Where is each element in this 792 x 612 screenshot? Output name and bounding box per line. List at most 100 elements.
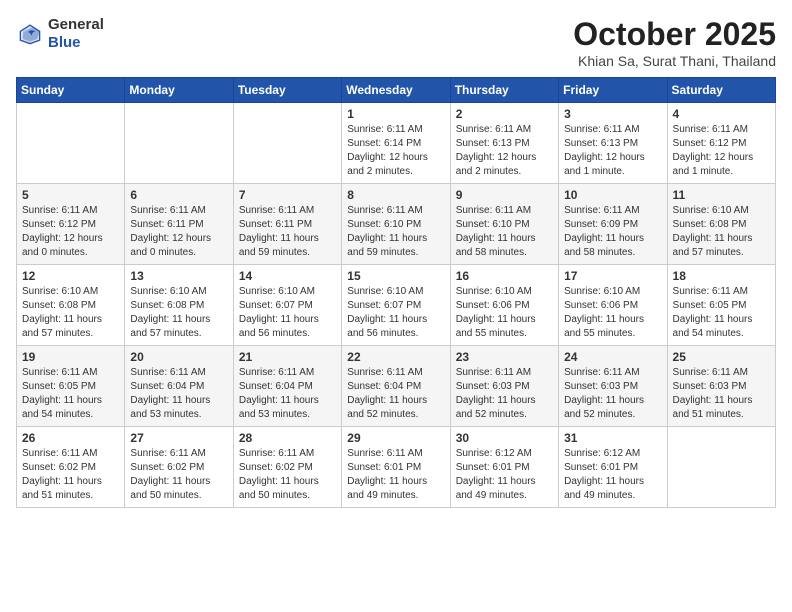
location-title: Khian Sa, Surat Thani, Thailand bbox=[573, 53, 776, 69]
weekday-header: Thursday bbox=[450, 78, 558, 103]
calendar-cell: 12 Sunrise: 6:10 AM Sunset: 6:08 PM Dayli… bbox=[17, 265, 125, 346]
calendar-cell: 1 Sunrise: 6:11 AM Sunset: 6:14 PM Daylig… bbox=[342, 103, 450, 184]
day-number: 16 bbox=[456, 269, 553, 283]
calendar-cell: 31 Sunrise: 6:12 AM Sunset: 6:01 PM Dayli… bbox=[559, 427, 667, 508]
weekday-header-row: SundayMondayTuesdayWednesdayThursdayFrid… bbox=[17, 78, 776, 103]
day-info: Sunrise: 6:11 AM Sunset: 6:13 PM Dayligh… bbox=[564, 123, 661, 179]
calendar-week-row: 19 Sunrise: 6:11 AM Sunset: 6:05 PM Dayli… bbox=[17, 346, 776, 427]
day-number: 5 bbox=[22, 188, 119, 202]
logo-text: General Blue bbox=[48, 16, 104, 52]
calendar-week-row: 1 Sunrise: 6:11 AM Sunset: 6:14 PM Daylig… bbox=[17, 103, 776, 184]
day-number: 14 bbox=[239, 269, 336, 283]
day-info: Sunrise: 6:11 AM Sunset: 6:02 PM Dayligh… bbox=[130, 447, 227, 503]
calendar-cell: 10 Sunrise: 6:11 AM Sunset: 6:09 PM Dayli… bbox=[559, 184, 667, 265]
day-number: 7 bbox=[239, 188, 336, 202]
month-title: October 2025 bbox=[573, 16, 776, 53]
day-info: Sunrise: 6:11 AM Sunset: 6:14 PM Dayligh… bbox=[347, 123, 444, 179]
day-info: Sunrise: 6:11 AM Sunset: 6:03 PM Dayligh… bbox=[673, 366, 770, 422]
day-info: Sunrise: 6:12 AM Sunset: 6:01 PM Dayligh… bbox=[564, 447, 661, 503]
day-number: 8 bbox=[347, 188, 444, 202]
day-number: 29 bbox=[347, 431, 444, 445]
day-info: Sunrise: 6:11 AM Sunset: 6:12 PM Dayligh… bbox=[22, 204, 119, 260]
day-number: 20 bbox=[130, 350, 227, 364]
day-number: 22 bbox=[347, 350, 444, 364]
calendar-cell: 6 Sunrise: 6:11 AM Sunset: 6:11 PM Daylig… bbox=[125, 184, 233, 265]
calendar-cell: 23 Sunrise: 6:11 AM Sunset: 6:03 PM Dayli… bbox=[450, 346, 558, 427]
day-info: Sunrise: 6:11 AM Sunset: 6:05 PM Dayligh… bbox=[673, 285, 770, 341]
day-info: Sunrise: 6:11 AM Sunset: 6:10 PM Dayligh… bbox=[347, 204, 444, 260]
calendar-cell: 27 Sunrise: 6:11 AM Sunset: 6:02 PM Dayli… bbox=[125, 427, 233, 508]
calendar-cell: 13 Sunrise: 6:10 AM Sunset: 6:08 PM Dayli… bbox=[125, 265, 233, 346]
day-number: 1 bbox=[347, 107, 444, 121]
day-number: 24 bbox=[564, 350, 661, 364]
day-info: Sunrise: 6:11 AM Sunset: 6:09 PM Dayligh… bbox=[564, 204, 661, 260]
day-number: 10 bbox=[564, 188, 661, 202]
day-info: Sunrise: 6:11 AM Sunset: 6:03 PM Dayligh… bbox=[456, 366, 553, 422]
calendar-cell: 4 Sunrise: 6:11 AM Sunset: 6:12 PM Daylig… bbox=[667, 103, 775, 184]
day-number: 4 bbox=[673, 107, 770, 121]
calendar-cell: 24 Sunrise: 6:11 AM Sunset: 6:03 PM Dayli… bbox=[559, 346, 667, 427]
day-info: Sunrise: 6:10 AM Sunset: 6:08 PM Dayligh… bbox=[22, 285, 119, 341]
day-number: 3 bbox=[564, 107, 661, 121]
calendar-cell: 2Sunrise: 6:11 AM Sunset: 6:13 PM Daylig… bbox=[450, 103, 558, 184]
weekday-header: Monday bbox=[125, 78, 233, 103]
day-number: 12 bbox=[22, 269, 119, 283]
weekday-header: Friday bbox=[559, 78, 667, 103]
day-number: 23 bbox=[456, 350, 553, 364]
day-info: Sunrise: 6:10 AM Sunset: 6:06 PM Dayligh… bbox=[456, 285, 553, 341]
calendar-cell bbox=[17, 103, 125, 184]
calendar-cell: 26 Sunrise: 6:11 AM Sunset: 6:02 PM Dayli… bbox=[17, 427, 125, 508]
day-info: Sunrise: 6:11 AM Sunset: 6:11 PM Dayligh… bbox=[130, 204, 227, 260]
day-number: 13 bbox=[130, 269, 227, 283]
page-header: General Blue October 2025 Khian Sa, Sura… bbox=[16, 16, 776, 69]
calendar-cell: 20Sunrise: 6:11 AM Sunset: 6:04 PM Dayli… bbox=[125, 346, 233, 427]
calendar-cell: 22Sunrise: 6:11 AM Sunset: 6:04 PM Dayli… bbox=[342, 346, 450, 427]
day-info: Sunrise: 6:11 AM Sunset: 6:03 PM Dayligh… bbox=[564, 366, 661, 422]
calendar-cell: 30Sunrise: 6:12 AM Sunset: 6:01 PM Dayli… bbox=[450, 427, 558, 508]
day-info: Sunrise: 6:11 AM Sunset: 6:10 PM Dayligh… bbox=[456, 204, 553, 260]
calendar-week-row: 5 Sunrise: 6:11 AM Sunset: 6:12 PM Daylig… bbox=[17, 184, 776, 265]
calendar-cell bbox=[125, 103, 233, 184]
calendar-cell: 16 Sunrise: 6:10 AM Sunset: 6:06 PM Dayli… bbox=[450, 265, 558, 346]
day-number: 30 bbox=[456, 431, 553, 445]
calendar-cell: 9Sunrise: 6:11 AM Sunset: 6:10 PM Daylig… bbox=[450, 184, 558, 265]
day-info: Sunrise: 6:10 AM Sunset: 6:08 PM Dayligh… bbox=[130, 285, 227, 341]
day-number: 26 bbox=[22, 431, 119, 445]
day-number: 6 bbox=[130, 188, 227, 202]
calendar-cell: 7 Sunrise: 6:11 AM Sunset: 6:11 PM Daylig… bbox=[233, 184, 341, 265]
day-info: Sunrise: 6:11 AM Sunset: 6:12 PM Dayligh… bbox=[673, 123, 770, 179]
calendar-cell: 17Sunrise: 6:10 AM Sunset: 6:06 PM Dayli… bbox=[559, 265, 667, 346]
calendar-cell: 5 Sunrise: 6:11 AM Sunset: 6:12 PM Daylig… bbox=[17, 184, 125, 265]
weekday-header: Saturday bbox=[667, 78, 775, 103]
day-info: Sunrise: 6:11 AM Sunset: 6:04 PM Dayligh… bbox=[239, 366, 336, 422]
day-info: Sunrise: 6:11 AM Sunset: 6:05 PM Dayligh… bbox=[22, 366, 119, 422]
day-number: 11 bbox=[673, 188, 770, 202]
day-info: Sunrise: 6:10 AM Sunset: 6:07 PM Dayligh… bbox=[239, 285, 336, 341]
calendar-cell: 21Sunrise: 6:11 AM Sunset: 6:04 PM Dayli… bbox=[233, 346, 341, 427]
day-info: Sunrise: 6:10 AM Sunset: 6:07 PM Dayligh… bbox=[347, 285, 444, 341]
day-info: Sunrise: 6:11 AM Sunset: 6:02 PM Dayligh… bbox=[22, 447, 119, 503]
day-info: Sunrise: 6:11 AM Sunset: 6:01 PM Dayligh… bbox=[347, 447, 444, 503]
title-block: October 2025 Khian Sa, Surat Thani, Thai… bbox=[573, 16, 776, 69]
calendar-cell: 15Sunrise: 6:10 AM Sunset: 6:07 PM Dayli… bbox=[342, 265, 450, 346]
calendar-cell: 25 Sunrise: 6:11 AM Sunset: 6:03 PM Dayli… bbox=[667, 346, 775, 427]
calendar-week-row: 26 Sunrise: 6:11 AM Sunset: 6:02 PM Dayli… bbox=[17, 427, 776, 508]
day-number: 18 bbox=[673, 269, 770, 283]
day-number: 19 bbox=[22, 350, 119, 364]
day-number: 25 bbox=[673, 350, 770, 364]
calendar-cell: 18 Sunrise: 6:11 AM Sunset: 6:05 PM Dayli… bbox=[667, 265, 775, 346]
logo-icon bbox=[16, 20, 44, 48]
day-info: Sunrise: 6:11 AM Sunset: 6:11 PM Dayligh… bbox=[239, 204, 336, 260]
day-number: 27 bbox=[130, 431, 227, 445]
calendar-cell: 14 Sunrise: 6:10 AM Sunset: 6:07 PM Dayli… bbox=[233, 265, 341, 346]
calendar-table: SundayMondayTuesdayWednesdayThursdayFrid… bbox=[16, 77, 776, 508]
day-info: Sunrise: 6:10 AM Sunset: 6:08 PM Dayligh… bbox=[673, 204, 770, 260]
calendar-cell: 29 Sunrise: 6:11 AM Sunset: 6:01 PM Dayli… bbox=[342, 427, 450, 508]
day-info: Sunrise: 6:11 AM Sunset: 6:13 PM Dayligh… bbox=[456, 123, 553, 179]
calendar-cell: 8 Sunrise: 6:11 AM Sunset: 6:10 PM Daylig… bbox=[342, 184, 450, 265]
weekday-header: Wednesday bbox=[342, 78, 450, 103]
weekday-header: Sunday bbox=[17, 78, 125, 103]
calendar-week-row: 12 Sunrise: 6:10 AM Sunset: 6:08 PM Dayli… bbox=[17, 265, 776, 346]
day-number: 31 bbox=[564, 431, 661, 445]
day-number: 17 bbox=[564, 269, 661, 283]
